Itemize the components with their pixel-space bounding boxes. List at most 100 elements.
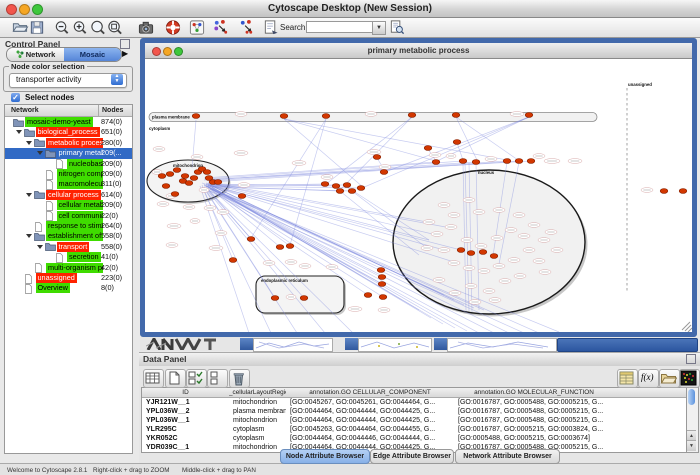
network-node[interactable] xyxy=(332,184,340,189)
tree-row[interactable]: mosaic-demo-yeast874(0) xyxy=(5,117,132,127)
table-cell[interactable]: cytoplasm xyxy=(229,434,286,443)
layout-a-icon[interactable] xyxy=(212,19,230,36)
network-node[interactable] xyxy=(479,250,487,255)
formula-icon[interactable]: f(x) xyxy=(638,369,659,388)
network-edge[interactable] xyxy=(290,119,326,245)
table-cell[interactable]: [GO:0045267, GO:0045261, GO:0044464, G..… xyxy=(286,398,454,407)
tree-row[interactable]: unassigned223(0) xyxy=(5,273,132,283)
network-node[interactable] xyxy=(280,114,288,119)
network-node[interactable] xyxy=(379,295,387,300)
network-node[interactable] xyxy=(322,114,330,119)
expander-icon[interactable] xyxy=(26,193,32,197)
network-node[interactable] xyxy=(205,176,213,181)
camera-icon[interactable] xyxy=(137,19,155,36)
table-cell[interactable]: YKR052C xyxy=(142,434,229,443)
tree-row[interactable]: response to stimulu264(0) xyxy=(5,221,132,231)
annotation-icon[interactable] xyxy=(262,19,280,36)
column-header[interactable]: annotation.GO MOLECULAR_FUNCTION xyxy=(454,388,615,398)
network-node[interactable] xyxy=(336,189,344,194)
table-cell[interactable]: [GO:0016787, GO:0005488, GO:0005215, G..… xyxy=(454,398,614,407)
expander-icon[interactable] xyxy=(26,234,32,238)
tree-node-label[interactable]: Overview xyxy=(36,283,70,293)
scrollbar-thumb[interactable] xyxy=(688,389,695,405)
tree-row[interactable]: nucleobase-209(0) xyxy=(5,159,132,169)
tree-node-label[interactable]: macromolecule xyxy=(57,179,104,189)
table-cell[interactable]: YLR295C xyxy=(142,425,229,434)
network-node[interactable] xyxy=(527,159,535,164)
save-icon[interactable] xyxy=(28,19,46,36)
network-node[interactable] xyxy=(173,168,181,173)
network-node[interactable] xyxy=(408,113,416,118)
tree-node-label[interactable]: multi-organism pro xyxy=(46,263,103,273)
network-box-icon[interactable] xyxy=(188,19,206,36)
network-window-titlebar[interactable]: primary metabolic process xyxy=(145,43,692,59)
network-node[interactable] xyxy=(452,113,460,118)
network-node[interactable] xyxy=(166,172,174,177)
tree-node-label[interactable]: metabolic process xyxy=(46,138,103,148)
network-node[interactable] xyxy=(162,184,170,189)
network-node[interactable] xyxy=(467,251,475,256)
network-node[interactable] xyxy=(286,244,294,249)
tree-node-label[interactable]: nitrogen compo xyxy=(57,169,104,179)
tree-node-label[interactable]: establishment of lo xyxy=(46,231,103,241)
tab-node-attribute-browser[interactable]: Node Attribute Browser xyxy=(280,449,370,464)
expander-icon[interactable] xyxy=(16,130,22,134)
search-input[interactable] xyxy=(306,21,374,33)
tree-row[interactable]: establishment of lo558(0) xyxy=(5,231,132,241)
network-node[interactable] xyxy=(203,170,211,175)
network-node[interactable] xyxy=(238,194,246,199)
zoom-out-icon[interactable] xyxy=(53,19,71,36)
doc-search-icon[interactable] xyxy=(388,19,406,36)
network-node[interactable] xyxy=(515,159,523,164)
network-node[interactable] xyxy=(453,140,461,145)
tab-network-attribute-browser[interactable]: Network Attribute Browser xyxy=(455,449,560,464)
table-cell[interactable]: [GO:0044464, GO:0044446, GO:0044444, G..… xyxy=(286,434,454,443)
network-node[interactable] xyxy=(424,146,432,151)
network-node[interactable] xyxy=(343,183,351,188)
tree-node-label[interactable]: cell communicat xyxy=(57,211,104,221)
minimized-window-preview[interactable] xyxy=(358,338,432,352)
tree-row[interactable]: metabolic process280(0) xyxy=(5,138,132,148)
network-node[interactable] xyxy=(300,296,308,301)
network-node[interactable] xyxy=(364,293,372,298)
network-node[interactable] xyxy=(378,282,386,287)
tree-node-label[interactable]: biological_process xyxy=(36,127,100,137)
new-doc-icon[interactable] xyxy=(165,369,186,388)
column-header[interactable]: ID xyxy=(142,388,230,398)
unselect-rows-icon[interactable] xyxy=(207,369,228,388)
network-edge[interactable] xyxy=(456,117,478,162)
network-edge[interactable] xyxy=(284,119,507,160)
layout-b-icon[interactable] xyxy=(238,19,256,36)
network-node[interactable] xyxy=(503,159,511,164)
network-node[interactable] xyxy=(171,192,179,197)
minimized-window-icon[interactable] xyxy=(345,338,358,350)
resize-grip[interactable] xyxy=(682,322,692,332)
table-cell[interactable]: [GO:0044464, GO:0044444, GO:0044425, G..… xyxy=(286,416,454,425)
search-dropdown-button[interactable]: ▼ xyxy=(372,21,386,35)
import-folder-icon[interactable] xyxy=(659,369,680,388)
tree-node-label[interactable]: secretion xyxy=(67,252,101,262)
tree-col-nodes[interactable]: Nodes xyxy=(102,107,123,114)
network-node[interactable] xyxy=(679,189,687,194)
expander-icon[interactable] xyxy=(26,141,32,145)
tree-row[interactable]: Overview8(0) xyxy=(5,283,132,293)
network-node[interactable] xyxy=(525,113,533,118)
tab-edge-attribute-browser[interactable]: Edge Attribute Browser xyxy=(370,449,454,464)
tree-row[interactable]: transport558(0) xyxy=(5,242,132,252)
table-scrollbar[interactable]: ▲ ▼ xyxy=(686,387,699,453)
table-cell[interactable]: [GO:0016787, GO:0005488, GO:0005215, G..… xyxy=(454,407,614,416)
trash-icon[interactable] xyxy=(229,369,250,388)
table-cell[interactable]: mitochondrion xyxy=(229,398,286,407)
tree-row[interactable]: biological_process651(0) xyxy=(5,127,132,137)
zoom-fit-icon[interactable] xyxy=(89,19,107,36)
network-node[interactable] xyxy=(276,245,284,250)
expander-icon[interactable] xyxy=(37,151,43,155)
tree-row[interactable]: cellular metabo209(0) xyxy=(5,200,132,210)
network-canvas[interactable]: plasma membranecytoplasmmitochondrionnuc… xyxy=(145,58,692,332)
tree-node-label[interactable]: primary metabo xyxy=(57,148,104,158)
table-cell[interactable]: [GO:0016787, GO:0005215, GO:0003824, G..… xyxy=(454,425,614,434)
network-node[interactable] xyxy=(271,296,279,301)
network-edge[interactable] xyxy=(456,117,518,160)
network-node[interactable] xyxy=(459,159,467,164)
network-node[interactable] xyxy=(357,186,365,191)
